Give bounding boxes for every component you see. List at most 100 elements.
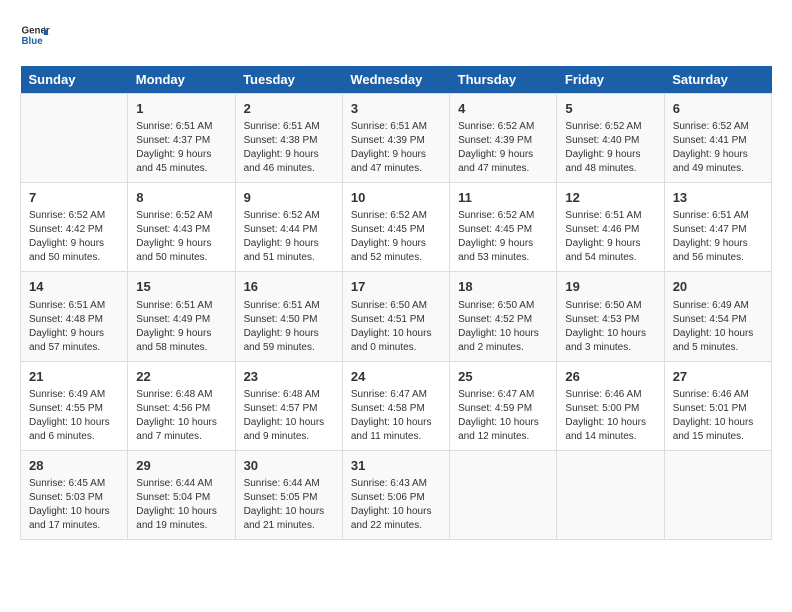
calendar-cell: 23 Sunrise: 6:48 AM Sunset: 4:57 PM Dayli… <box>235 361 342 450</box>
calendar-cell: 29Sunrise: 6:44 AM Sunset: 5:04 PM Dayli… <box>128 450 235 539</box>
calendar-cell: 18 Sunrise: 6:50 AM Sunset: 4:52 PM Dayli… <box>450 272 557 361</box>
weekday-header-row: SundayMondayTuesdayWednesdayThursdayFrid… <box>21 66 772 94</box>
calendar-week-row: 28 Sunrise: 6:45 AM Sunset: 5:03 PM Dayli… <box>21 450 772 539</box>
calendar-cell: 17 Sunrise: 6:50 AM Sunset: 4:51 PM Dayli… <box>342 272 449 361</box>
day-info: Sunrise: 6:46 AM Sunset: 5:01 PM Dayligh… <box>673 388 763 444</box>
calendar-cell: 3 Sunrise: 6:51 AM Sunset: 4:39 PM Daylig… <box>342 94 449 183</box>
day-number: 5 <box>565 100 655 118</box>
calendar-cell: 4 Sunrise: 6:52 AM Sunset: 4:39 PM Daylig… <box>450 94 557 183</box>
day-info: Sunrise: 6:48 AM Sunset: 4:57 PM Dayligh… <box>244 388 334 444</box>
calendar-cell: 27 Sunrise: 6:46 AM Sunset: 5:01 PM Dayli… <box>664 361 771 450</box>
day-info: Sunrise: 6:50 AM Sunset: 4:52 PM Dayligh… <box>458 299 548 355</box>
calendar-cell: 5 Sunrise: 6:52 AM Sunset: 4:40 PM Daylig… <box>557 94 664 183</box>
day-number: 14 <box>29 278 119 296</box>
weekday-header-saturday: Saturday <box>664 66 771 94</box>
day-info: Sunrise: 6:44 AM Sunset: 5:05 PM Dayligh… <box>244 477 334 533</box>
calendar-table: SundayMondayTuesdayWednesdayThursdayFrid… <box>20 66 772 540</box>
calendar-cell: 16 Sunrise: 6:51 AM Sunset: 4:50 PM Dayli… <box>235 272 342 361</box>
day-info: Sunrise: 6:52 AM Sunset: 4:43 PM Dayligh… <box>136 209 226 265</box>
day-number: 31 <box>351 457 441 475</box>
weekday-header-wednesday: Wednesday <box>342 66 449 94</box>
calendar-body: 1 Sunrise: 6:51 AM Sunset: 4:37 PM Daylig… <box>21 94 772 540</box>
day-info: Sunrise: 6:52 AM Sunset: 4:42 PM Dayligh… <box>29 209 119 265</box>
day-info: Sunrise: 6:52 AM Sunset: 4:45 PM Dayligh… <box>458 209 548 265</box>
calendar-cell <box>557 450 664 539</box>
calendar-cell: 31Sunrise: 6:43 AM Sunset: 5:06 PM Dayli… <box>342 450 449 539</box>
calendar-cell: 13 Sunrise: 6:51 AM Sunset: 4:47 PM Dayli… <box>664 183 771 272</box>
day-number: 7 <box>29 189 119 207</box>
day-info: Sunrise: 6:48 AM Sunset: 4:56 PM Dayligh… <box>136 388 226 444</box>
day-number: 2 <box>244 100 334 118</box>
weekday-header-friday: Friday <box>557 66 664 94</box>
day-number: 1 <box>136 100 226 118</box>
svg-text:Blue: Blue <box>22 36 44 47</box>
logo: General Blue <box>20 20 50 50</box>
calendar-cell: 9 Sunrise: 6:52 AM Sunset: 4:44 PM Daylig… <box>235 183 342 272</box>
day-info: Sunrise: 6:49 AM Sunset: 4:54 PM Dayligh… <box>673 299 763 355</box>
calendar-cell: 26 Sunrise: 6:46 AM Sunset: 5:00 PM Dayli… <box>557 361 664 450</box>
day-number: 26 <box>565 368 655 386</box>
day-number: 18 <box>458 278 548 296</box>
day-info: Sunrise: 6:50 AM Sunset: 4:53 PM Dayligh… <box>565 299 655 355</box>
day-number: 21 <box>29 368 119 386</box>
day-number: 4 <box>458 100 548 118</box>
weekday-header-monday: Monday <box>128 66 235 94</box>
day-info: Sunrise: 6:51 AM Sunset: 4:38 PM Dayligh… <box>244 120 334 176</box>
day-info: Sunrise: 6:51 AM Sunset: 4:39 PM Dayligh… <box>351 120 441 176</box>
day-info: Sunrise: 6:52 AM Sunset: 4:39 PM Dayligh… <box>458 120 548 176</box>
page-header: General Blue <box>20 20 772 50</box>
calendar-cell <box>21 94 128 183</box>
day-info: Sunrise: 6:49 AM Sunset: 4:55 PM Dayligh… <box>29 388 119 444</box>
calendar-cell: 25Sunrise: 6:47 AM Sunset: 4:59 PM Dayli… <box>450 361 557 450</box>
calendar-cell: 15Sunrise: 6:51 AM Sunset: 4:49 PM Dayli… <box>128 272 235 361</box>
day-info: Sunrise: 6:52 AM Sunset: 4:40 PM Dayligh… <box>565 120 655 176</box>
day-info: Sunrise: 6:50 AM Sunset: 4:51 PM Dayligh… <box>351 299 441 355</box>
day-info: Sunrise: 6:45 AM Sunset: 5:03 PM Dayligh… <box>29 477 119 533</box>
day-number: 8 <box>136 189 226 207</box>
logo-icon: General Blue <box>20 20 50 50</box>
day-info: Sunrise: 6:52 AM Sunset: 4:44 PM Dayligh… <box>244 209 334 265</box>
day-info: Sunrise: 6:46 AM Sunset: 5:00 PM Dayligh… <box>565 388 655 444</box>
day-number: 15 <box>136 278 226 296</box>
calendar-cell: 14 Sunrise: 6:51 AM Sunset: 4:48 PM Dayli… <box>21 272 128 361</box>
day-info: Sunrise: 6:51 AM Sunset: 4:48 PM Dayligh… <box>29 299 119 355</box>
calendar-cell: 8 Sunrise: 6:52 AM Sunset: 4:43 PM Daylig… <box>128 183 235 272</box>
day-number: 16 <box>244 278 334 296</box>
day-number: 20 <box>673 278 763 296</box>
day-number: 12 <box>565 189 655 207</box>
day-info: Sunrise: 6:51 AM Sunset: 4:47 PM Dayligh… <box>673 209 763 265</box>
calendar-cell: 21 Sunrise: 6:49 AM Sunset: 4:55 PM Dayli… <box>21 361 128 450</box>
calendar-header: SundayMondayTuesdayWednesdayThursdayFrid… <box>21 66 772 94</box>
day-info: Sunrise: 6:44 AM Sunset: 5:04 PM Dayligh… <box>136 477 226 533</box>
day-number: 25 <box>458 368 548 386</box>
calendar-cell: 28 Sunrise: 6:45 AM Sunset: 5:03 PM Dayli… <box>21 450 128 539</box>
day-info: Sunrise: 6:51 AM Sunset: 4:50 PM Dayligh… <box>244 299 334 355</box>
day-number: 13 <box>673 189 763 207</box>
day-number: 24 <box>351 368 441 386</box>
day-info: Sunrise: 6:51 AM Sunset: 4:37 PM Dayligh… <box>136 120 226 176</box>
day-number: 19 <box>565 278 655 296</box>
calendar-week-row: 14 Sunrise: 6:51 AM Sunset: 4:48 PM Dayli… <box>21 272 772 361</box>
day-info: Sunrise: 6:52 AM Sunset: 4:41 PM Dayligh… <box>673 120 763 176</box>
day-number: 28 <box>29 457 119 475</box>
weekday-header-tuesday: Tuesday <box>235 66 342 94</box>
day-number: 10 <box>351 189 441 207</box>
calendar-cell: 7 Sunrise: 6:52 AM Sunset: 4:42 PM Daylig… <box>21 183 128 272</box>
calendar-cell: 10 Sunrise: 6:52 AM Sunset: 4:45 PM Dayli… <box>342 183 449 272</box>
day-number: 22 <box>136 368 226 386</box>
calendar-cell <box>450 450 557 539</box>
day-info: Sunrise: 6:52 AM Sunset: 4:45 PM Dayligh… <box>351 209 441 265</box>
calendar-cell: 11Sunrise: 6:52 AM Sunset: 4:45 PM Dayli… <box>450 183 557 272</box>
day-number: 17 <box>351 278 441 296</box>
day-number: 9 <box>244 189 334 207</box>
calendar-cell: 2 Sunrise: 6:51 AM Sunset: 4:38 PM Daylig… <box>235 94 342 183</box>
day-number: 6 <box>673 100 763 118</box>
day-number: 23 <box>244 368 334 386</box>
weekday-header-thursday: Thursday <box>450 66 557 94</box>
day-number: 3 <box>351 100 441 118</box>
day-number: 27 <box>673 368 763 386</box>
calendar-week-row: 1 Sunrise: 6:51 AM Sunset: 4:37 PM Daylig… <box>21 94 772 183</box>
weekday-header-sunday: Sunday <box>21 66 128 94</box>
calendar-week-row: 21 Sunrise: 6:49 AM Sunset: 4:55 PM Dayli… <box>21 361 772 450</box>
calendar-cell: 19 Sunrise: 6:50 AM Sunset: 4:53 PM Dayli… <box>557 272 664 361</box>
